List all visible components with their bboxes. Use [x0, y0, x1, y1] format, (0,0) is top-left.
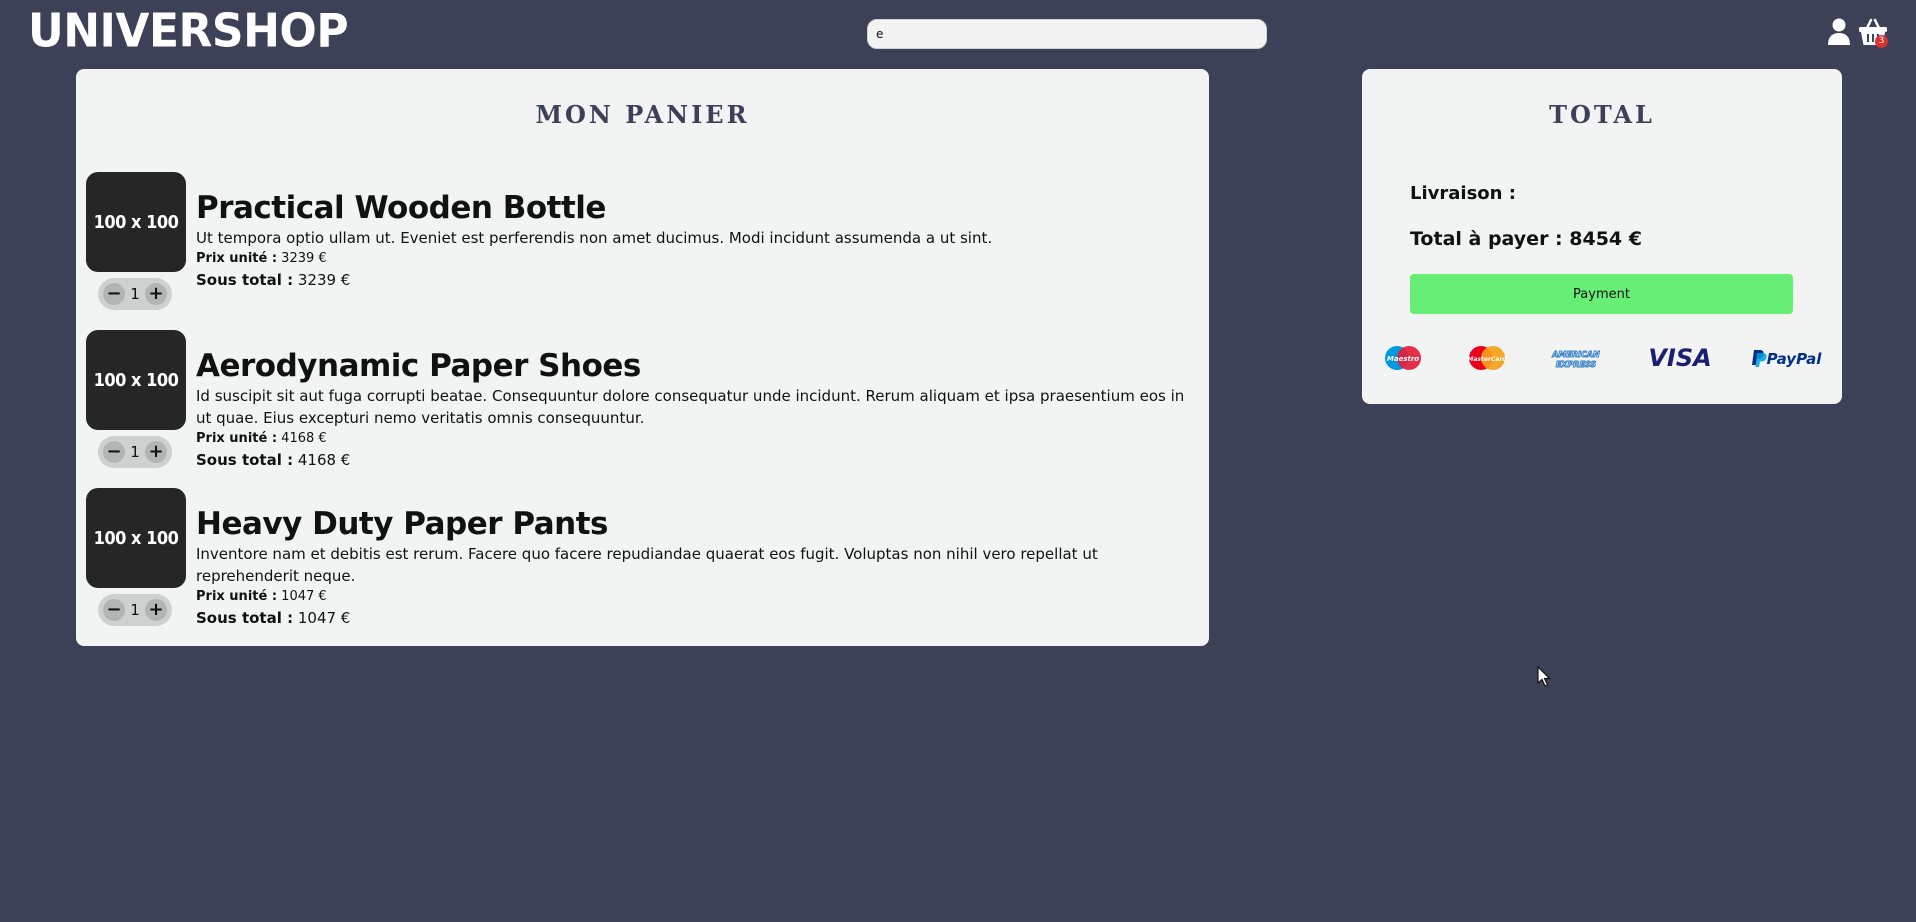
cart-count-badge: 3 — [1875, 35, 1888, 48]
paypal-logo-text: PayPal — [1767, 350, 1822, 368]
visa-logo: VISA — [1650, 343, 1710, 373]
mastercard-logo-text: MasterCard — [1467, 356, 1507, 363]
decrease-quantity-button[interactable]: − — [103, 441, 125, 463]
unit-price-label: Prix unité : — [196, 589, 278, 604]
mouse-cursor-icon — [1537, 666, 1551, 687]
mastercard-logo: MasterCard — [1466, 343, 1508, 373]
svg-text:EXPRESS: EXPRESS — [1556, 360, 1597, 369]
total-title: TOTAL — [1549, 100, 1655, 129]
paypal-logo: PayPal — [1750, 343, 1822, 373]
subtotal-row: Sous total : 1047 € — [196, 607, 1196, 629]
quantity-value: 1 — [130, 285, 140, 303]
product-info: Practical Wooden Bottle Ut tempora optio… — [196, 190, 1196, 291]
quantity-stepper: − 1 + — [98, 278, 172, 310]
cart-panel: MON PANIER 100 x 100 − 1 + Practical Woo… — [76, 69, 1209, 646]
subtotal-label: Sous total : — [196, 609, 294, 627]
payment-button[interactable]: Payment — [1410, 274, 1793, 314]
quantity-stepper: − 1 + — [98, 436, 172, 468]
header: UNIVERSHOP 3 — [0, 0, 1916, 66]
subtotal-value: 4168 € — [297, 451, 351, 469]
quantity-stepper: − 1 + — [98, 594, 172, 626]
product-image: 100 x 100 — [86, 330, 186, 430]
maestro-logo: Maestro — [1382, 343, 1424, 373]
subtotal-row: Sous total : 4168 € — [196, 449, 1196, 471]
total-panel: TOTAL Livraison : Total à payer : 8454 €… — [1362, 69, 1842, 404]
product-image: 100 x 100 — [86, 172, 186, 272]
payment-methods: Maestro MasterCard AMERICAN EXPRESS VISA — [1382, 343, 1832, 373]
search-input[interactable] — [867, 19, 1267, 49]
product-name[interactable]: Aerodynamic Paper Shoes — [196, 348, 1196, 384]
unit-price-row: Prix unité : 1047 € — [196, 587, 1196, 607]
subtotal-value: 1047 € — [297, 609, 351, 627]
product-info: Heavy Duty Paper Pants Inventore nam et … — [196, 506, 1196, 629]
product-name[interactable]: Practical Wooden Bottle — [196, 190, 1196, 226]
product-description: Ut tempora optio ullam ut. Eveniet est p… — [196, 229, 993, 247]
user-icon[interactable] — [1827, 18, 1851, 46]
amex-logo: AMERICAN EXPRESS — [1550, 343, 1602, 373]
maestro-logo-text: Maestro — [1387, 355, 1419, 363]
svg-text:AMERICAN: AMERICAN — [1551, 350, 1600, 359]
increase-quantity-button[interactable]: + — [145, 599, 167, 621]
unit-price-label: Prix unité : — [196, 251, 278, 266]
product-description: Id suscipit sit aut fuga corrupti beatae… — [196, 387, 1185, 427]
product-image: 100 x 100 — [86, 488, 186, 588]
product-name[interactable]: Heavy Duty Paper Pants — [196, 506, 1196, 542]
subtotal-row: Sous total : 3239 € — [196, 269, 1196, 291]
quantity-value: 1 — [130, 601, 140, 619]
unit-price-row: Prix unité : 4168 € — [196, 429, 1196, 449]
subtotal-value: 3239 € — [297, 271, 351, 289]
decrease-quantity-button[interactable]: − — [103, 599, 125, 621]
product-info: Aerodynamic Paper Shoes Id suscipit sit … — [196, 348, 1196, 471]
unit-price-value: 3239 € — [281, 251, 327, 266]
subtotal-label: Sous total : — [196, 271, 294, 289]
unit-price-value: 1047 € — [281, 589, 327, 604]
subtotal-label: Sous total : — [196, 451, 294, 469]
delivery-label: Livraison : — [1410, 183, 1516, 204]
unit-price-value: 4168 € — [281, 431, 327, 446]
product-description: Inventore nam et debitis est rerum. Face… — [196, 545, 1098, 585]
decrease-quantity-button[interactable]: − — [103, 283, 125, 305]
site-logo[interactable]: UNIVERSHOP — [28, 5, 349, 59]
cart-title: MON PANIER — [535, 100, 750, 129]
increase-quantity-button[interactable]: + — [145, 283, 167, 305]
quantity-value: 1 — [130, 443, 140, 461]
increase-quantity-button[interactable]: + — [145, 441, 167, 463]
total-to-pay: Total à payer : 8454 € — [1410, 228, 1642, 250]
unit-price-label: Prix unité : — [196, 431, 278, 446]
unit-price-row: Prix unité : 3239 € — [196, 249, 1196, 269]
visa-logo-text: VISA — [1650, 344, 1710, 372]
